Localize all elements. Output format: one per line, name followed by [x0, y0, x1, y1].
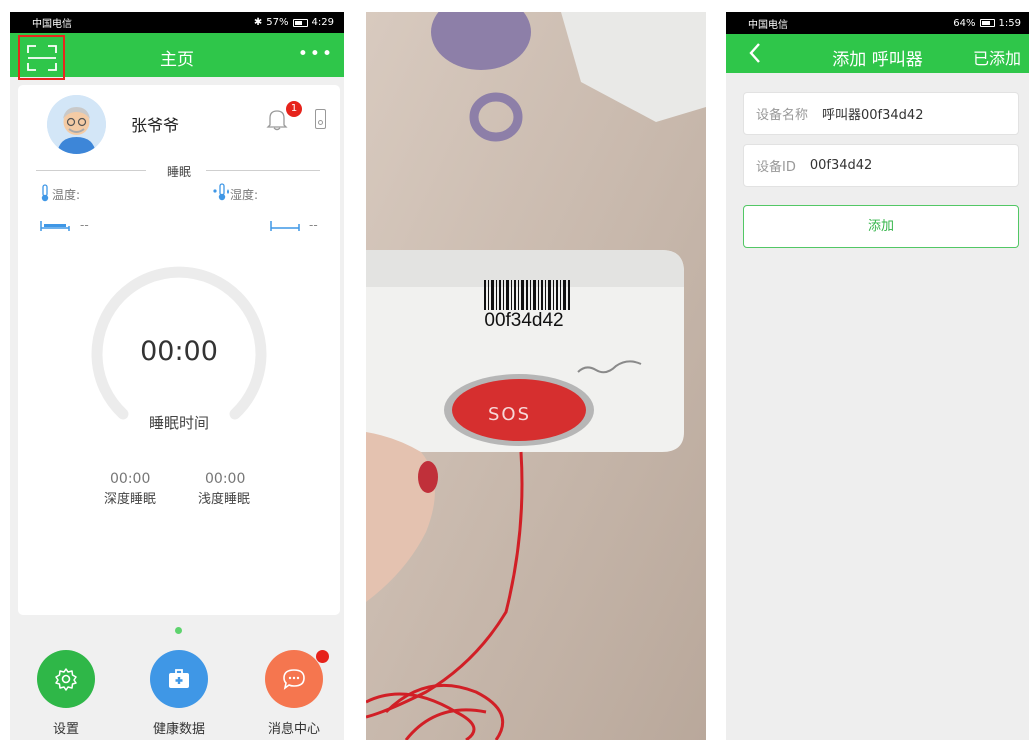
battery-percent: 57%	[266, 17, 289, 28]
device-name-field[interactable]: 设备名称 呼叫器00f34d42	[743, 92, 1019, 135]
gear-icon	[55, 668, 77, 691]
clock-text: 4:29	[311, 17, 334, 28]
health-data-label: 健康数据	[152, 722, 205, 737]
status-bar: 中国电信 ✱ 57% 4:29	[10, 12, 344, 33]
home-screen: 中国电信 ✱ 57% 4:29 主页 ••• 张爷爷 1 睡眠 温度: 湿度: …	[10, 12, 344, 740]
page-title: 主页	[160, 50, 194, 70]
humidity-icon	[213, 183, 229, 201]
message-unread-dot	[316, 650, 329, 663]
thermometer-icon	[41, 184, 49, 202]
header-bar: 添加 呼叫器 已添加	[726, 34, 1029, 73]
more-menu-icon[interactable]: •••	[298, 44, 334, 64]
added-devices-button[interactable]: 已添加	[973, 45, 1021, 69]
message-center-label: 消息中心	[267, 722, 320, 737]
add-button[interactable]: 添加	[743, 205, 1019, 248]
notification-badge: 1	[286, 101, 302, 117]
device-id-label: 设备ID	[756, 160, 796, 175]
device-name-value: 呼叫器00f34d42	[822, 108, 924, 123]
carrier-text: 中国电信	[32, 19, 72, 30]
avatar[interactable]	[47, 95, 106, 154]
humidity-label: 湿度:	[230, 188, 259, 202]
photo-scene	[366, 12, 706, 740]
sleep-card: 张爷爷 1 睡眠 温度: 湿度: -- -- 00:00 睡眠时间 00:00 …	[18, 85, 340, 615]
barcode-text: 00f34d42	[484, 310, 564, 331]
light-sleep-label: 浅度睡眠	[198, 492, 251, 507]
device-id-value: 00f34d42	[809, 158, 873, 173]
device-icon[interactable]	[315, 109, 326, 129]
page-indicator-dot	[175, 627, 182, 634]
battery-percent: 64%	[953, 17, 976, 29]
device-id-field[interactable]: 设备ID 00f34d42	[743, 144, 1019, 187]
battery-icon	[979, 19, 995, 27]
sleep-time-label: 睡眠时间	[148, 414, 209, 432]
settings-button[interactable]	[37, 650, 95, 708]
health-data-button[interactable]	[150, 650, 208, 708]
light-sleep-time: 00:00	[205, 471, 246, 487]
divider-right	[206, 170, 320, 171]
header-bar: 主页 •••	[10, 33, 344, 80]
deep-sleep-time: 00:00	[110, 471, 151, 487]
sos-button-text: SOS	[488, 404, 532, 425]
chat-bubble-icon	[283, 669, 305, 690]
temperature-label: 温度:	[52, 188, 81, 202]
clock-text: 1:59	[998, 17, 1021, 29]
status-bar: 中国电信 64% 1:59	[726, 12, 1029, 34]
user-name: 张爷爷	[131, 116, 180, 135]
sleep-section-label: 睡眠	[166, 165, 191, 179]
device-name-label: 设备名称	[756, 108, 809, 123]
device-photo: 00f34d42 SOS	[366, 12, 706, 740]
add-caller-screen: 中国电信 64% 1:59 添加 呼叫器 已添加 设备名称 呼叫器00f34d4…	[726, 12, 1029, 740]
bell-icon[interactable]	[266, 107, 288, 131]
settings-label: 设置	[52, 722, 79, 737]
bed-left-value: --	[80, 218, 89, 232]
carrier-text: 中国电信	[748, 19, 788, 31]
battery-icon	[292, 18, 308, 27]
message-center-button[interactable]	[265, 650, 323, 708]
barcode-sticker: 00f34d42	[462, 274, 586, 334]
bed-empty-icon	[270, 221, 300, 231]
medical-kit-icon	[169, 669, 189, 688]
bed-occupied-icon	[40, 221, 70, 231]
deep-sleep-label: 深度睡眠	[104, 492, 157, 507]
sleep-time-value: 00:00	[140, 336, 218, 367]
bed-right-value: --	[309, 218, 318, 232]
bluetooth-icon: ✱	[253, 17, 263, 28]
